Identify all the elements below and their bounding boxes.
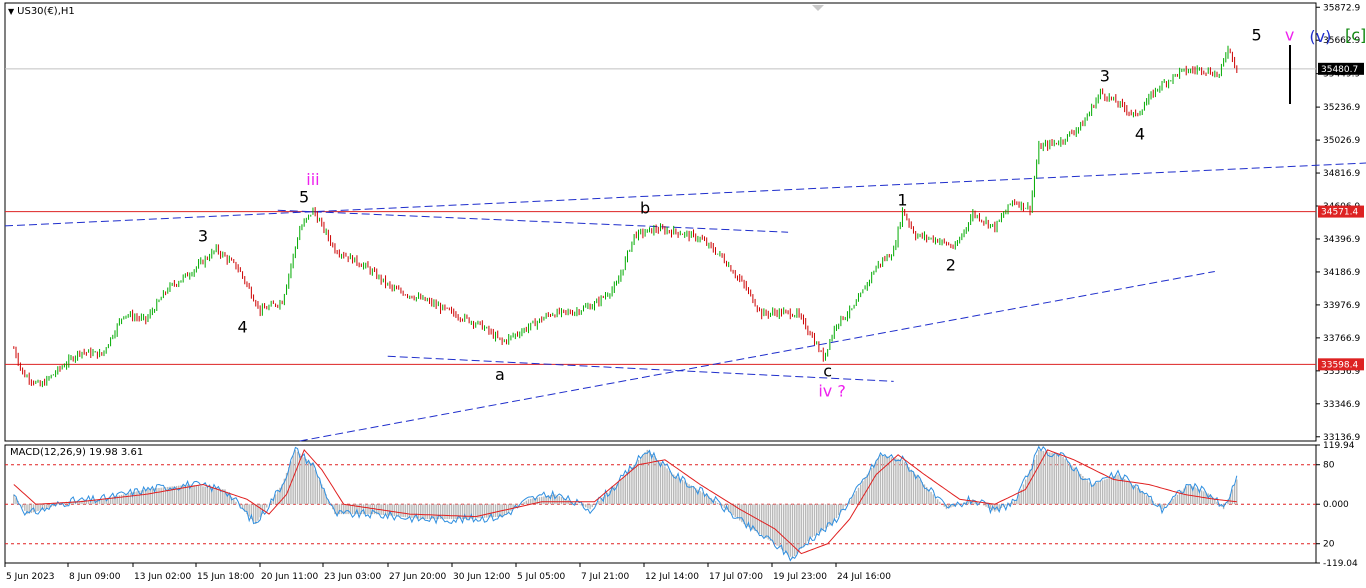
wave-label: 5: [299, 187, 309, 206]
x-tick-label: 27 Jun 20:00: [389, 572, 446, 582]
wave-label: iii: [306, 170, 319, 189]
wave-label: a: [495, 365, 505, 384]
y-tick-label: 34396.9: [1323, 235, 1360, 245]
y-tick-label: 35236.9: [1323, 103, 1360, 113]
wave-label: 2: [946, 256, 956, 275]
wave-label: 3: [198, 227, 208, 246]
x-tick-label: 20 Jun 11:00: [261, 572, 318, 582]
y-tick-label: 33976.9: [1323, 301, 1360, 311]
y-tick-label: 34186.9: [1323, 268, 1360, 278]
chevron-down-icon[interactable]: ▼: [8, 7, 14, 16]
x-tick-label: 15 Jun 18:00: [197, 572, 254, 582]
y-tick-label: 33766.9: [1323, 334, 1360, 344]
macd-y-tick-label: 0.000: [1323, 500, 1349, 510]
macd-y-tick-label: 119.94: [1323, 441, 1355, 451]
symbol-label: US30(€),H1: [17, 6, 75, 17]
macd-y-tick-label: 80: [1323, 461, 1335, 471]
level-price-label: 33598.4: [1321, 360, 1358, 370]
macd-title: MACD(12,26,9) 19.98 3.61: [10, 447, 144, 458]
x-tick-label: 12 Jul 14:00: [645, 572, 699, 582]
wave-label: (v): [1309, 27, 1331, 46]
y-tick-label: 34816.9: [1323, 169, 1360, 179]
wave-label: 3: [1100, 66, 1110, 85]
wave-label: 1: [897, 191, 907, 210]
macd-y-tick-label: -119.04: [1323, 559, 1358, 569]
price-chart[interactable]: 35872.935662.935449.935236.935026.934816…: [0, 0, 1366, 588]
wave-label: 5: [1252, 26, 1262, 45]
x-tick-label: 24 Jul 16:00: [837, 572, 891, 582]
wave-label: c: [823, 362, 832, 381]
wave-label: b: [640, 198, 650, 217]
x-tick-label: 5 Jun 2023: [6, 572, 54, 582]
wave-label: v: [1285, 26, 1294, 45]
x-tick-label: 8 Jun 09:00: [69, 572, 121, 582]
y-tick-label: 35026.9: [1323, 136, 1360, 146]
wave-label: 4: [237, 318, 247, 337]
wave-label: iv ?: [818, 381, 846, 400]
wave-label: 4: [1135, 125, 1145, 144]
current-price-label: 35480.7: [1321, 65, 1358, 75]
x-tick-label: 23 Jun 03:00: [324, 572, 381, 582]
symbol-title[interactable]: ▼ US30(€),H1: [8, 6, 75, 17]
x-tick-label: 19 Jul 23:00: [773, 572, 827, 582]
x-tick-label: 7 Jul 21:00: [581, 572, 630, 582]
level-price-label: 34571.4: [1321, 208, 1358, 218]
x-tick-label: 17 Jul 07:00: [709, 572, 763, 582]
y-tick-label: 35872.9: [1323, 3, 1360, 13]
y-tick-label: 33346.9: [1323, 400, 1360, 410]
x-tick-label: 5 Jul 05:00: [517, 572, 566, 582]
x-tick-label: 13 Jun 02:00: [134, 572, 191, 582]
macd-y-tick-label: 20: [1323, 540, 1335, 550]
x-tick-label: 30 Jun 12:00: [453, 572, 510, 582]
wave-label: [c]: [1345, 26, 1366, 45]
